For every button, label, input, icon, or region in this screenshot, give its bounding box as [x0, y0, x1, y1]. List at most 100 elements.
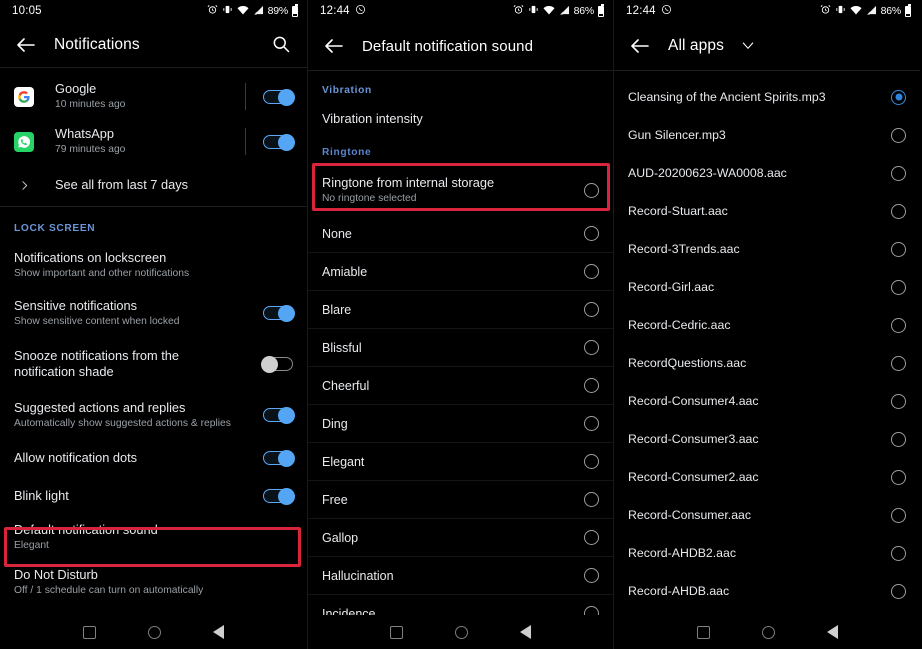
back-arrow-icon[interactable] [322, 34, 346, 58]
row-vibration-intensity[interactable]: Vibration intensity [308, 103, 613, 135]
square-recents-icon[interactable] [696, 625, 710, 639]
signal-icon [559, 5, 570, 18]
status-bar-time: 10:05 [12, 5, 42, 17]
setting-row-snooze-notifications[interactable]: Snooze notifications from the notificati… [0, 337, 307, 391]
notification-row-google[interactable]: Google 10 minutes ago [0, 74, 307, 119]
circle-home-icon[interactable] [761, 625, 775, 639]
setting-title: Snooze notifications from the notificati… [14, 348, 180, 379]
radio-ringtone-hallucination[interactable] [584, 568, 599, 583]
notification-app-name: WhatsApp [55, 126, 115, 141]
radio-ringtone-free[interactable] [584, 492, 599, 507]
radio-file-gun-silencer[interactable] [891, 127, 906, 143]
triangle-back-icon[interactable] [826, 625, 838, 639]
ringtone-option-blissful[interactable]: Blissful [308, 329, 613, 367]
radio-file-record-consumer4[interactable] [891, 393, 906, 409]
setting-toggle-snooze-notifications[interactable] [261, 356, 293, 373]
setting-row-blink-light[interactable]: Blink light [0, 477, 307, 515]
setting-row-sensitive-notifications[interactable]: Sensitive notifications Show sensitive c… [0, 289, 307, 337]
triangle-back-icon[interactable] [213, 625, 224, 639]
file-row-gun-silencer[interactable]: Gun Silencer.mp3 [614, 116, 920, 154]
setting-row-allow-notification-dots[interactable]: Allow notification dots [0, 439, 307, 477]
setting-toggle-sensitive-notifications[interactable] [263, 305, 295, 322]
radio-ringtone-from-internal-storage[interactable] [584, 182, 599, 198]
setting-row-do-not-disturb[interactable]: Do Not Disturb Off / 1 schedule can turn… [0, 560, 307, 605]
square-recents-icon[interactable] [83, 625, 96, 639]
ringtone-option-gallop[interactable]: Gallop [308, 519, 613, 557]
setting-row-default-notification-sound[interactable]: Default notification sound Elegant [0, 515, 307, 560]
ringtone-storage-subtitle: No ringtone selected [322, 192, 417, 204]
back-arrow-icon[interactable] [628, 34, 652, 58]
radio-ringtone-ding[interactable] [584, 416, 599, 431]
radio-file-record-ahdb[interactable] [891, 583, 906, 599]
radio-file-record-stuart[interactable] [891, 203, 906, 219]
ringtone-option-cheerful[interactable]: Cheerful [308, 367, 613, 405]
panel-all-apps-file-picker: 12:44 86% All apps Cleansing of the Anci… [614, 0, 920, 649]
setting-toggle-blink-light[interactable] [263, 488, 295, 505]
notification-row-whatsapp[interactable]: WhatsApp 79 minutes ago [0, 119, 307, 164]
radio-file-aud-20200623-wa0008[interactable] [891, 165, 906, 181]
search-icon[interactable] [271, 34, 293, 56]
radio-file-record-cedric[interactable] [891, 317, 906, 333]
notification-toggle-google[interactable] [263, 88, 295, 106]
file-row-record-cedric[interactable]: Record-Cedric.aac [614, 306, 920, 344]
triangle-back-icon[interactable] [520, 625, 531, 639]
ringtone-option-ding[interactable]: Ding [308, 405, 613, 443]
radio-ringtone-none[interactable] [584, 226, 599, 241]
radio-file-record-consumer[interactable] [891, 507, 906, 523]
setting-toggle-suggested-actions[interactable] [263, 407, 295, 424]
row-ringtone-from-internal-storage[interactable]: Ringtone from internal storage No ringto… [308, 165, 613, 215]
file-row-record-stuart[interactable]: Record-Stuart.aac [614, 192, 920, 230]
file-row-aud-20200623-wa0008[interactable]: AUD-20200623-WA0008.aac [614, 154, 920, 192]
back-arrow-icon[interactable] [14, 33, 38, 57]
notification-toggle-whatsapp[interactable] [263, 133, 295, 151]
file-row-record-3trends[interactable]: Record-3Trends.aac [614, 230, 920, 268]
chevron-right-icon [14, 179, 34, 192]
file-row-record-consumer2[interactable]: Record-Consumer2.aac [614, 458, 920, 496]
file-row-cleansing-of-the-ancient-spirits[interactable]: Cleansing of the Ancient Spirits.mp3 [614, 78, 920, 116]
square-recents-icon[interactable] [390, 625, 403, 639]
circle-home-icon[interactable] [148, 625, 161, 639]
file-row-recordquestions[interactable]: RecordQuestions.aac [614, 344, 920, 382]
ringtone-option-amiable[interactable]: Amiable [308, 253, 613, 291]
see-all-row[interactable]: See all from last 7 days [0, 164, 307, 206]
radio-file-recordquestions[interactable] [891, 355, 906, 371]
file-row-record-ahdb2[interactable]: Record-AHDB2.aac [614, 534, 920, 572]
radio-ringtone-gallop[interactable] [584, 530, 599, 545]
radio-ringtone-cheerful[interactable] [584, 378, 599, 393]
radio-ringtone-elegant[interactable] [584, 454, 599, 469]
vibrate-icon [222, 4, 233, 18]
setting-row-notifications-on-lockscreen[interactable]: Notifications on lockscreen Show importa… [0, 241, 307, 289]
ringtone-option-free[interactable]: Free [308, 481, 613, 519]
ringtone-option-blare[interactable]: Blare [308, 291, 613, 329]
radio-ringtone-amiable[interactable] [584, 264, 599, 279]
setting-title: Sensitive notifications [14, 297, 138, 313]
radio-file-cleansing-of-the-ancient-spirits[interactable] [891, 89, 906, 105]
radio-ringtone-blare[interactable] [584, 302, 599, 317]
file-name: Record-Cedric.aac [628, 318, 731, 332]
status-bar-time: 12:44 [320, 5, 350, 17]
radio-ringtone-blissful[interactable] [584, 340, 599, 355]
file-name: Record-Stuart.aac [628, 204, 728, 218]
radio-file-record-consumer2[interactable] [891, 469, 906, 485]
radio-file-record-girl[interactable] [891, 279, 906, 295]
file-row-record-consumer[interactable]: Record-Consumer.aac [614, 496, 920, 534]
setting-row-suggested-actions[interactable]: Suggested actions and replies Automatica… [0, 391, 307, 439]
ringtone-option-elegant[interactable]: Elegant [308, 443, 613, 481]
ringtone-option-hallucination[interactable]: Hallucination [308, 557, 613, 595]
radio-file-record-consumer3[interactable] [891, 431, 906, 447]
file-row-record-girl[interactable]: Record-Girl.aac [614, 268, 920, 306]
file-row-record-consumer3[interactable]: Record-Consumer3.aac [614, 420, 920, 458]
radio-file-record-3trends[interactable] [891, 241, 906, 257]
notification-time: 79 minutes ago [55, 144, 126, 155]
chevron-down-icon[interactable] [740, 37, 758, 55]
file-row-record-ahdb[interactable]: Record-AHDB.aac [614, 572, 920, 610]
ringtone-storage-title: Ringtone from internal storage [322, 174, 495, 190]
radio-file-record-ahdb2[interactable] [891, 545, 906, 561]
file-name: Record-Consumer2.aac [628, 470, 759, 484]
circle-home-icon[interactable] [455, 625, 468, 639]
file-row-record-consumer4[interactable]: Record-Consumer4.aac [614, 382, 920, 420]
ringtone-option-none[interactable]: None [308, 215, 613, 253]
page-title: All apps [668, 37, 724, 54]
setting-toggle-allow-notification-dots[interactable] [263, 450, 295, 467]
app-bar: All apps [614, 22, 920, 70]
